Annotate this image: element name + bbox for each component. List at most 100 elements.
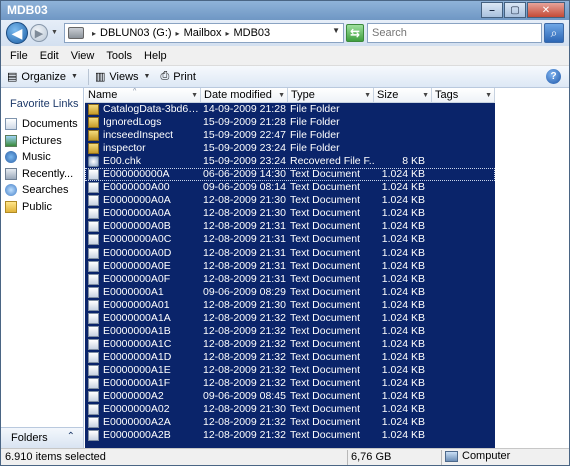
file-type: Text Document — [290, 363, 361, 376]
file-row[interactable]: E0000000A0E 12-08-2009 21:31 Text Document… — [85, 260, 495, 273]
file-row[interactable]: E0000000A0D 12-08-2009 21:31 Text Document… — [85, 247, 495, 260]
file-name-cell: E0000000A1D — [88, 351, 201, 364]
window-controls: – ▢ ✕ — [480, 2, 565, 19]
file-date-modified: 06-06-2009 14:30 — [203, 168, 286, 181]
title-bar[interactable]: MDB03 – ▢ ✕ — [1, 1, 569, 20]
address-bar[interactable]: ▸ DBLUN03 (G:) ▸ Mailbox ▸ MDB03 ▼ — [64, 23, 344, 43]
file-name: E0000000A0D — [103, 246, 172, 259]
chevron-down-icon[interactable]: ▼ — [364, 88, 371, 103]
forward-button[interactable]: ▶ — [30, 24, 48, 42]
file-row[interactable]: incseedInspect 15-09-2009 22:47 File Folde… — [85, 129, 495, 142]
column-name-label: Name — [88, 89, 118, 101]
nav-link-public[interactable]: Public — [5, 199, 83, 216]
breadcrumb-separator-icon[interactable]: ▸ — [176, 29, 180, 38]
file-row[interactable]: E0000000A0A 12-08-2009 21:30 Text Document… — [85, 194, 495, 207]
column-header-type[interactable]: Type ▼ — [288, 88, 374, 103]
file-row[interactable]: E0000000A1F 12-08-2009 21:32 Text Document… — [85, 377, 495, 390]
file-list[interactable]: Name ^ ▼ Date modified ▼ Type ▼ Size ▼ T… — [85, 88, 569, 448]
nav-link-documents[interactable]: Documents — [5, 116, 83, 133]
file-row[interactable]: E0000000A01 12-08-2009 21:30 Text Document… — [85, 299, 495, 312]
breadcrumb-separator-icon[interactable]: ▸ — [225, 29, 229, 38]
file-row[interactable]: E000000000A 06-06-2009 14:30 Text Document… — [85, 168, 495, 182]
file-row[interactable]: E0000000A0F 12-08-2009 21:31 Text Document… — [85, 273, 495, 286]
file-row[interactable]: E0000000A2B 12-08-2009 21:32 Text Document… — [85, 429, 495, 442]
file-row[interactable]: CatalogData-3bd6a2... 14-09-2009 21:28 Fil… — [85, 103, 495, 116]
file-row[interactable]: E0000000A02 12-08-2009 21:30 Text Document… — [85, 403, 495, 416]
recent-pages-dropdown-icon[interactable]: ▼ — [51, 29, 58, 36]
file-row[interactable]: E0000000A0B 12-08-2009 21:31 Text Document… — [85, 220, 495, 233]
maximize-button[interactable]: ▢ — [504, 2, 526, 18]
menu-help[interactable]: Help — [138, 50, 173, 62]
file-name-cell: E0000000A0A — [88, 194, 201, 207]
file-row[interactable]: E0000000A2A 12-08-2009 21:32 Text Document… — [85, 416, 495, 429]
organize-button[interactable]: ▤ Organize ▼ — [7, 70, 78, 84]
file-row[interactable]: inspector 15-09-2009 23:24 File Folder — [85, 142, 495, 155]
menu-edit[interactable]: Edit — [34, 50, 65, 62]
file-name-cell: E0000000A0F — [88, 273, 201, 286]
file-name: E0000000A2A — [103, 416, 171, 429]
back-button[interactable]: ◀ — [6, 22, 28, 44]
favorite-links-header: Favorite Links — [10, 98, 79, 110]
file-row[interactable]: E0000000A1D 12-08-2009 21:32 Text Document… — [85, 351, 495, 364]
file-name-cell: IgnoredLogs — [88, 116, 201, 129]
file-row[interactable]: E0000000A1B 12-08-2009 21:32 Text Document… — [85, 325, 495, 338]
file-row[interactable]: E0000000A1C 12-08-2009 21:32 Text Document… — [85, 338, 495, 351]
print-button[interactable]: ⎙ Print — [160, 70, 195, 83]
views-button[interactable]: ▥ Views ▼ — [95, 70, 151, 84]
help-button[interactable]: ? — [546, 69, 561, 84]
breadcrumb-drive[interactable]: DBLUN03 (G:) — [100, 27, 172, 39]
file-row[interactable]: IgnoredLogs 15-09-2009 21:28 File Folder — [85, 116, 495, 129]
file-size: 1.024 KB — [381, 220, 425, 233]
file-date-modified: 12-08-2009 21:30 — [203, 298, 286, 311]
column-header-name[interactable]: Name ^ ▼ — [85, 88, 201, 103]
file-size: 1.024 KB — [381, 194, 425, 207]
breadcrumb-mdb03[interactable]: MDB03 — [233, 27, 270, 39]
nav-link-label: Recently... — [22, 167, 74, 180]
file-type: Text Document — [290, 429, 361, 442]
status-location-label: Computer — [462, 450, 511, 462]
column-header-size[interactable]: Size ▼ — [374, 88, 432, 103]
file-date-modified: 12-08-2009 21:31 — [203, 220, 286, 233]
address-dropdown-icon[interactable]: ▼ — [332, 26, 340, 35]
column-header-tags[interactable]: Tags ▼ — [432, 88, 495, 103]
file-row[interactable]: E0000000A1 09-06-2009 08:29 Text Document 1… — [85, 286, 495, 299]
chevron-down-icon[interactable]: ▼ — [485, 88, 492, 103]
folders-toggle[interactable]: Folders ⌃ — [1, 427, 84, 448]
search-input[interactable] — [367, 23, 542, 43]
chevron-down-icon[interactable]: ▼ — [422, 88, 429, 103]
search-icon: ⌕ — [550, 25, 558, 40]
file-name-cell: E0000000A02 — [88, 403, 201, 416]
nav-link-recently[interactable]: Recently... — [5, 166, 83, 183]
file-date-modified: 09-06-2009 08:29 — [203, 285, 286, 298]
text-document-icon — [88, 377, 99, 389]
nav-link-searches[interactable]: Searches — [5, 182, 83, 199]
column-header-date-modified[interactable]: Date modified ▼ — [201, 88, 288, 103]
search-button[interactable]: ⌕ — [544, 23, 564, 43]
menu-view[interactable]: View — [65, 50, 101, 62]
selection-size: 6,76 GB — [351, 451, 392, 463]
file-row[interactable]: E0000000A00 09-06-2009 08:14 Text Document… — [85, 181, 495, 194]
chevron-down-icon[interactable]: ▼ — [278, 88, 285, 103]
organize-icon: ▤ — [7, 71, 18, 83]
file-type: File Folder — [290, 129, 340, 142]
close-button[interactable]: ✕ — [527, 2, 565, 18]
menu-file[interactable]: File — [4, 50, 34, 62]
breadcrumb-separator-icon[interactable]: ▸ — [92, 29, 96, 38]
file-row[interactable]: E0000000A1E 12-08-2009 21:32 Text Document… — [85, 364, 495, 377]
refresh-button[interactable]: ⇆ — [346, 24, 364, 42]
file-row[interactable]: E00.chk 15-09-2009 23:24 Recovered File F.… — [85, 155, 495, 168]
text-document-icon — [88, 391, 99, 403]
nav-link-pictures[interactable]: Pictures — [5, 133, 83, 150]
nav-link-music[interactable]: Music — [5, 149, 83, 166]
file-size — [374, 116, 429, 129]
file-type: Text Document — [290, 311, 361, 324]
file-row[interactable]: E0000000A0A 12-08-2009 21:30 Text Document… — [85, 207, 495, 220]
file-name: E0000000A2B — [103, 429, 171, 442]
file-row[interactable]: E0000000A0C 12-08-2009 21:31 Text Document… — [85, 233, 495, 246]
file-row[interactable]: E0000000A2 09-06-2009 08:45 Text Document 1… — [85, 390, 495, 403]
breadcrumb-mailbox[interactable]: Mailbox — [184, 27, 222, 39]
minimize-button[interactable]: – — [481, 2, 503, 18]
menu-tools[interactable]: Tools — [100, 50, 138, 62]
file-row[interactable]: E0000000A1A 12-08-2009 21:32 Text Document… — [85, 312, 495, 325]
chevron-down-icon[interactable]: ▼ — [191, 88, 198, 103]
